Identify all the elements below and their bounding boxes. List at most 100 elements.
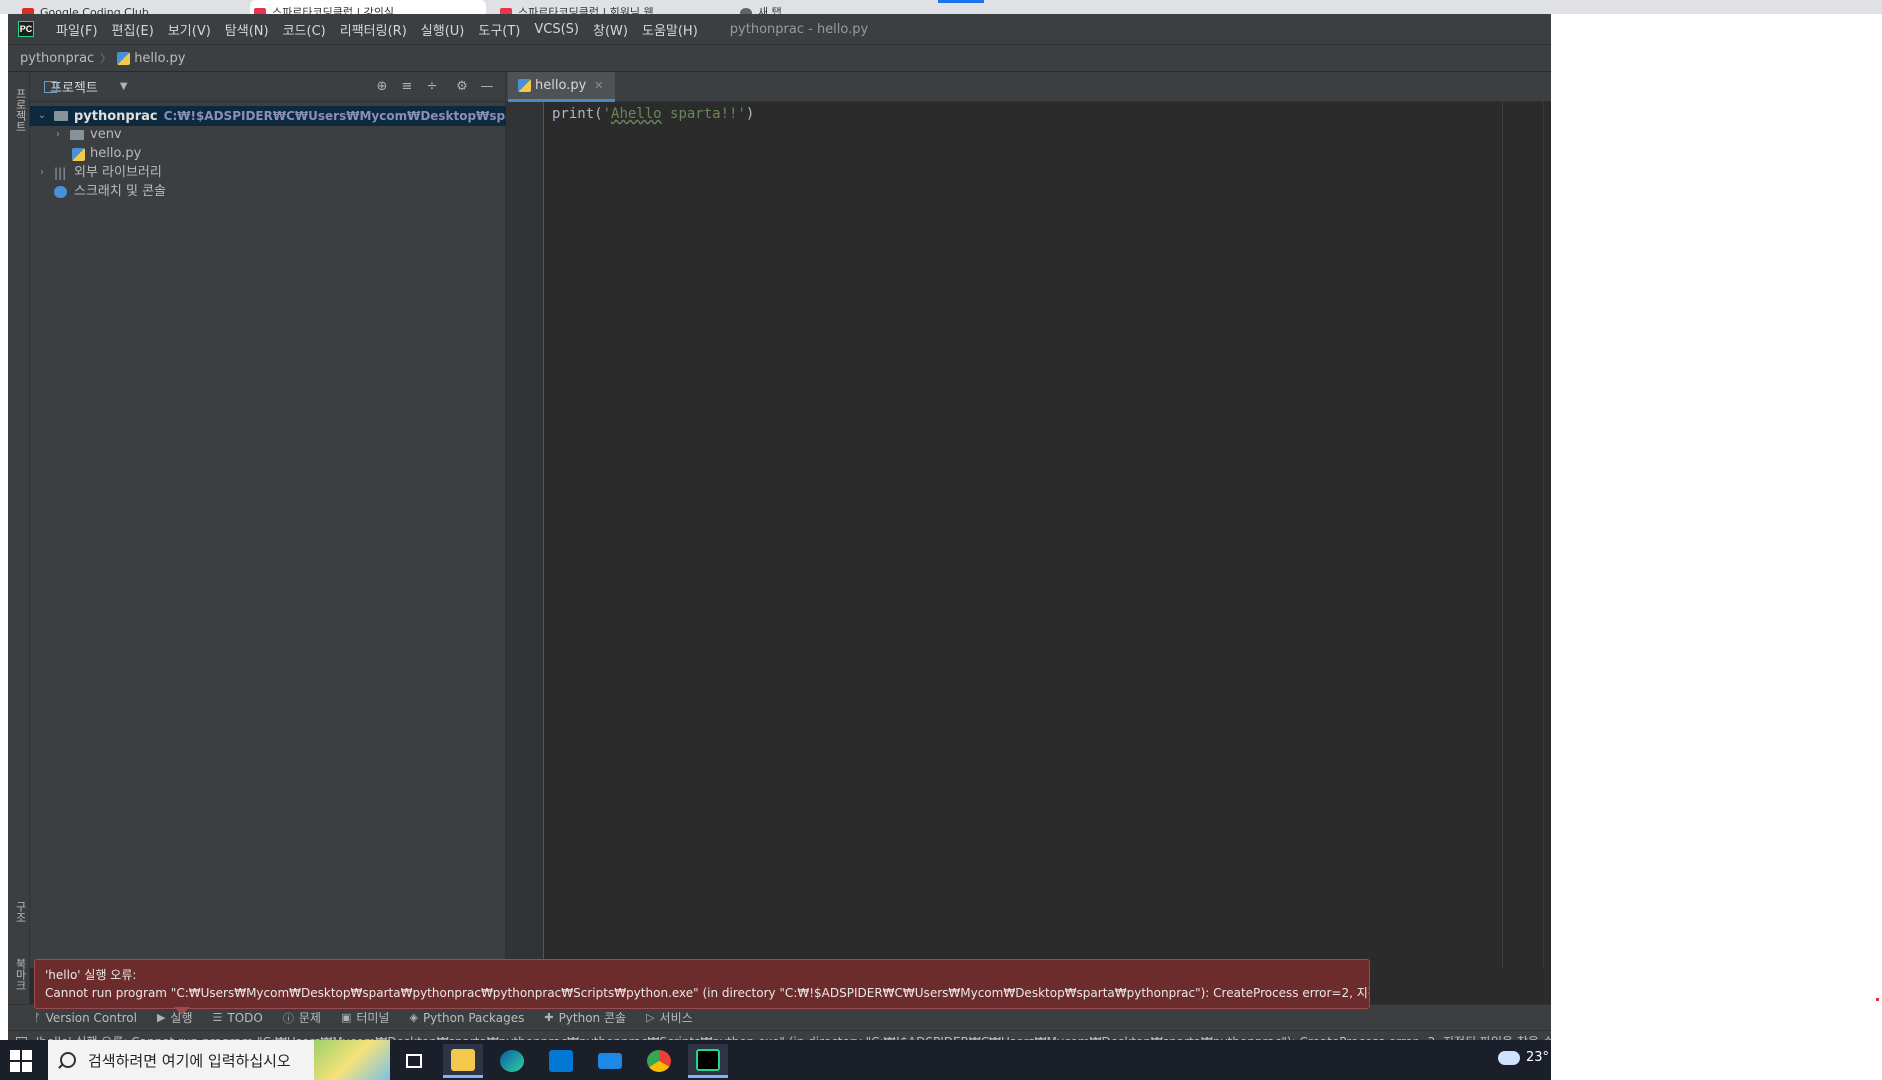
tool-python-console[interactable]: ✚ Python 콘솔 <box>544 1009 626 1026</box>
tree-item-pythonprac[interactable]: ⌄ pythonprac C:₩!$ADSPIDER₩C₩Users₩Mycom₩… <box>30 106 623 126</box>
code-token-typo: Ahello <box>611 106 662 122</box>
tree-item-label: 외부 라이브러리 <box>74 165 162 180</box>
editor-tab-hello-py[interactable]: hello.py ✕ <box>508 72 616 102</box>
browser-tab-active[interactable]: 스파르타코딩클럽 | 강의실 <box>250 0 486 14</box>
left-tool-stripe: 프로젝트 구조 북마크 <box>8 72 30 1004</box>
project-panel-title[interactable]: 프로젝트 <box>50 77 98 96</box>
menu-vcs[interactable]: VCS(S) <box>534 22 579 37</box>
error-message: Cannot run program "C:₩Users₩Mycom₩Deskt… <box>45 986 1370 1000</box>
menu-code[interactable]: 코드(C) <box>283 20 326 39</box>
branch-icon: ᚠ <box>34 1011 41 1024</box>
breadcrumb-file[interactable]: hello.py <box>134 51 185 66</box>
menu-run[interactable]: 실행(U) <box>421 20 465 39</box>
editor-gutter <box>506 102 544 968</box>
breadcrumb-project[interactable]: pythonprac <box>20 51 94 66</box>
breadcrumb: pythonprac 〉 hello.py <box>8 44 1551 72</box>
scratch-icon <box>54 186 67 198</box>
tree-item-label: 스크래치 및 콘솔 <box>74 184 166 199</box>
search-icon <box>60 1052 76 1068</box>
code-token-function: print( <box>552 106 603 122</box>
cloud-icon <box>1498 1050 1520 1065</box>
warning-icon: ⓘ <box>282 1011 294 1025</box>
browser-tab[interactable]: Google Coding Club <box>18 0 248 14</box>
balloon-pointer <box>174 1007 190 1015</box>
error-title: 'hello' 실행 오류: <box>45 968 137 982</box>
tool-terminal[interactable]: ▣ 터미널 <box>341 1009 390 1026</box>
browser-tab-strip: Google Coding Club 스파르타코딩클럽 | 강의실 스파르타코딩… <box>0 0 1882 14</box>
tree-item-label: hello.py <box>90 146 142 161</box>
tree-item-external-libraries[interactable]: › ||| 외부 라이브러리 <box>30 163 506 183</box>
hide-panel-icon[interactable]: — <box>479 79 495 95</box>
tree-item-scratches[interactable]: 스크래치 및 콘솔 <box>30 182 506 202</box>
editor-tab-label: hello.py <box>535 78 587 93</box>
menu-view[interactable]: 보기(V) <box>168 20 211 39</box>
tool-services[interactable]: ▷ 서비스 <box>646 1009 693 1026</box>
browser-tab-label: 새 탭 <box>758 6 782 14</box>
browser-tab-label: 스파르타코딩클럽 | 강의실 <box>272 6 395 14</box>
browser-tab[interactable]: 새 탭 <box>736 0 886 14</box>
tree-item-venv[interactable]: › venv <box>30 125 506 145</box>
tool-version-control[interactable]: ᚠ Version Control <box>34 1011 137 1025</box>
mail-icon[interactable] <box>590 1044 630 1078</box>
collapse-all-icon[interactable]: ÷ <box>424 79 440 95</box>
tool-problems[interactable]: ⓘ 문제 <box>283 1009 321 1026</box>
menu-window[interactable]: 창(W) <box>593 20 628 39</box>
python-file-icon <box>117 51 131 65</box>
chrome-icon[interactable] <box>639 1044 679 1078</box>
tree-item-hello-py[interactable]: hello.py <box>30 144 506 164</box>
editor-tab-bar: hello.py ✕ <box>506 72 1551 102</box>
tool-todo[interactable]: ☰ TODO <box>213 1011 263 1025</box>
locate-icon[interactable]: ⊕ <box>374 79 390 95</box>
search-highlight-image <box>314 1040 390 1080</box>
pycharm-logo-icon: PC <box>18 21 34 37</box>
edge-icon[interactable] <box>492 1044 532 1078</box>
chevron-right-icon[interactable]: › <box>52 125 64 145</box>
folder-icon <box>54 111 68 121</box>
menu-tools[interactable]: 도구(T) <box>478 20 520 39</box>
taskbar-search-box[interactable]: 검색하려면 여기에 입력하십시오 <box>48 1040 390 1080</box>
library-icon: ||| <box>54 166 67 180</box>
gear-icon[interactable]: ⚙ <box>454 79 470 95</box>
browser-tab[interactable]: 스파르타코딩클럽 | 회원님 웹 <box>496 0 726 14</box>
search-placeholder: 검색하려면 여기에 입력하십시오 <box>88 1051 291 1070</box>
expand-all-icon[interactable]: ≡ <box>399 79 415 95</box>
menu-refactor[interactable]: 리팩터링(R) <box>340 20 407 39</box>
windows-start-icon[interactable] <box>10 1050 32 1072</box>
chevron-down-icon[interactable]: ⌄ <box>36 106 48 126</box>
editor-scrollbar[interactable] <box>1543 102 1551 968</box>
code-line[interactable]: print('Ahello sparta!!') <box>552 106 754 122</box>
chevron-right-icon: 〉 <box>100 52 112 65</box>
menu-file[interactable]: 파일(F) <box>56 20 98 39</box>
browser-tab-label: 스파르타코딩클럽 | 회원님 웹 <box>518 6 654 14</box>
chevron-right-icon[interactable]: › <box>36 163 48 183</box>
task-view-icon[interactable] <box>394 1044 434 1078</box>
menu-help[interactable]: 도움말(H) <box>642 20 698 39</box>
project-panel: 프로젝트 ▼ ⊕ ≡ ÷ ⚙ — ⌄ pythonprac C:₩!$ADSPID… <box>30 72 623 968</box>
tool-python-packages[interactable]: ◈ Python Packages <box>409 1011 524 1025</box>
menu-navigate[interactable]: 탐색(N) <box>225 20 269 39</box>
file-explorer-icon[interactable] <box>443 1044 483 1078</box>
bookmarks-tool-button[interactable]: 북마크 <box>10 952 28 996</box>
structure-tool-button[interactable]: 구조 <box>10 892 28 932</box>
project-tool-button[interactable]: 프로젝트 <box>10 80 28 140</box>
code-editor[interactable]: print('Ahello sparta!!') <box>544 102 1504 968</box>
layers-icon: ◈ <box>409 1011 418 1024</box>
terminal-icon: ▣ <box>340 1011 352 1024</box>
pycharm-icon[interactable] <box>688 1044 728 1078</box>
menu-edit[interactable]: 편집(E) <box>112 20 154 39</box>
code-token-string: ' <box>602 106 612 122</box>
error-notification[interactable]: 'hello' 실행 오류: Cannot run program "C:₩Us… <box>34 959 1370 1009</box>
right-margin-guide <box>1502 102 1503 968</box>
microsoft-store-icon[interactable] <box>541 1044 581 1078</box>
window-title: pythonprac - hello.py <box>729 21 869 37</box>
chevron-down-icon[interactable]: ▼ <box>120 81 128 92</box>
tree-item-label: venv <box>90 127 122 142</box>
code-token-paren: ) <box>745 106 755 122</box>
code-token-string: sparta!!' <box>661 106 746 122</box>
close-icon[interactable]: ✕ <box>594 79 603 92</box>
browser-tab-label: Google Coding Club <box>40 6 149 14</box>
tab-strip-indicator <box>938 0 984 3</box>
weather-temperature: 23° <box>1526 1050 1550 1065</box>
weather-widget[interactable]: 23° <box>1498 1050 1549 1065</box>
menu-bar: PC 파일(F) 편집(E) 보기(V) 탐색(N) 코드(C) 리팩터링(R)… <box>8 14 1551 44</box>
